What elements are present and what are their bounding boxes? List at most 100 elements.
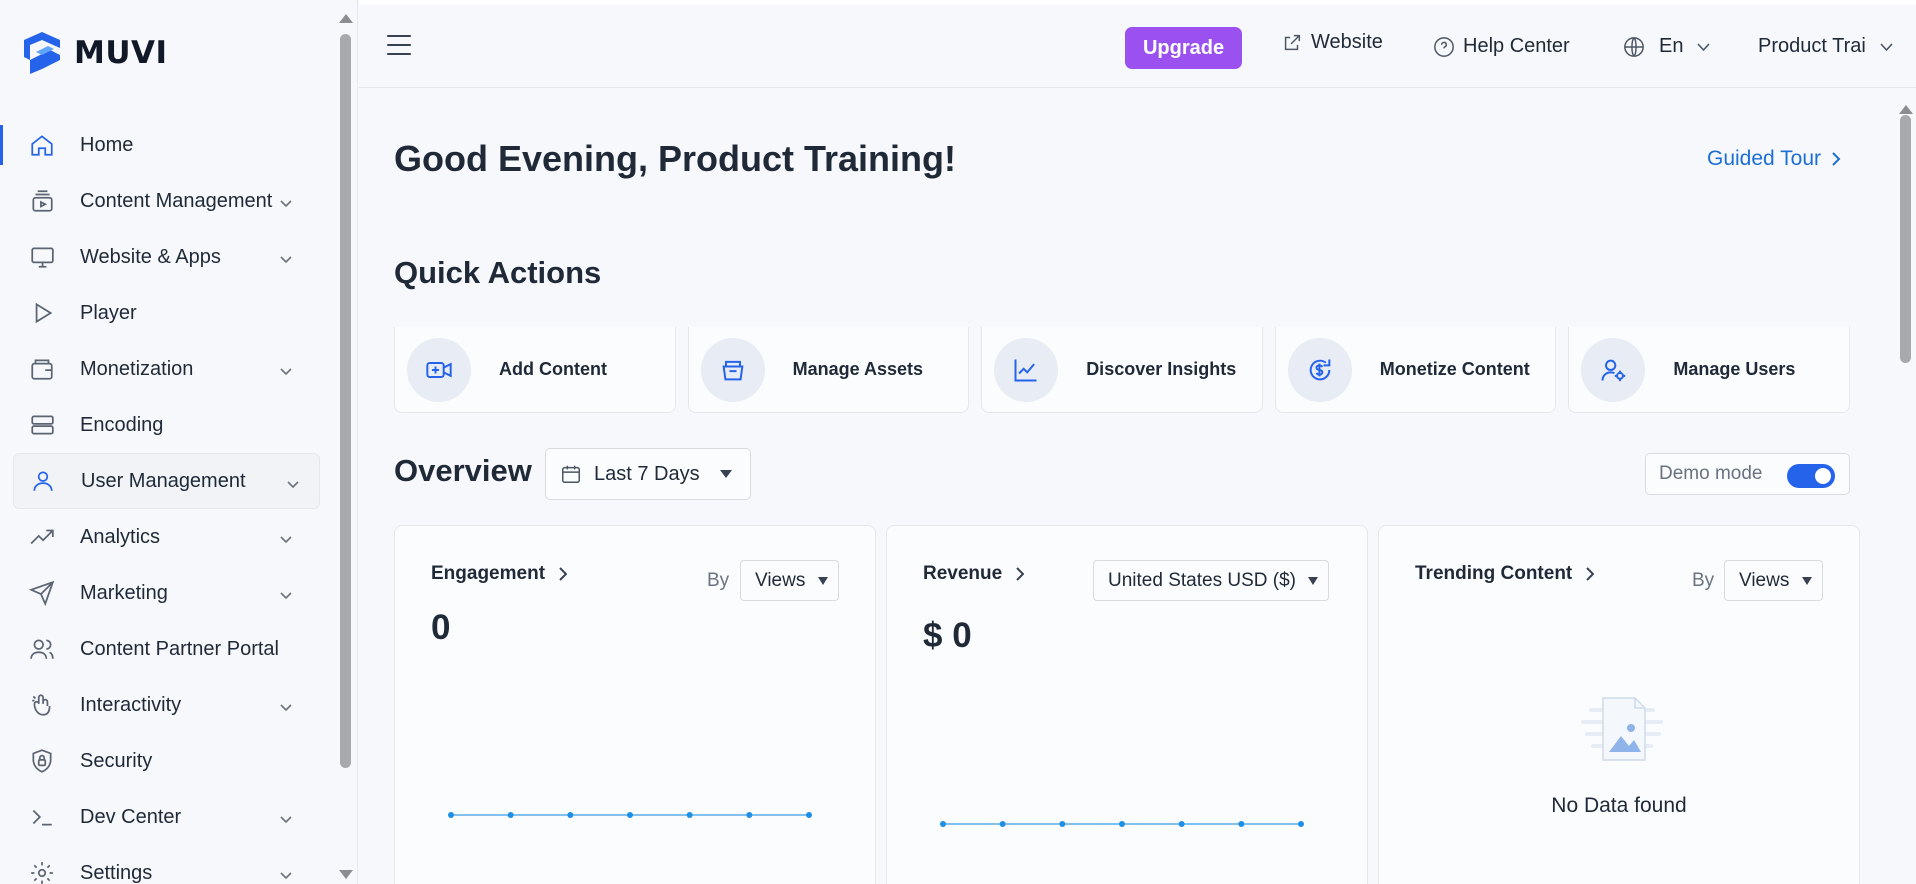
data-point[interactable] xyxy=(806,812,812,818)
sidebar-item-label: Marketing xyxy=(80,581,168,604)
page-title: Good Evening, Product Training! xyxy=(394,138,957,179)
data-point[interactable] xyxy=(567,812,574,818)
data-point[interactable] xyxy=(1238,821,1245,827)
sidebar-item-label: Settings xyxy=(80,861,153,884)
chart-trend-icon xyxy=(994,337,1059,402)
sidebar-item-content-partner-portal[interactable]: Content Partner Portal xyxy=(0,621,330,677)
globe-icon xyxy=(1624,36,1644,57)
sidebar-item-interactivity[interactable]: Interactivity xyxy=(0,677,330,733)
sidebar-item-label: Security xyxy=(80,749,153,772)
quick-action-label: Monetize Content xyxy=(1379,359,1530,379)
quick-action-add-content[interactable]: Add Content xyxy=(394,327,676,413)
account-name: Product Trai xyxy=(1758,35,1866,57)
overview-title: Overview xyxy=(394,453,532,488)
trending-metric-value: Views xyxy=(1739,569,1790,591)
quick-actions-row: Add Content Manage Assets Discover Insight… xyxy=(394,327,1850,413)
hamburger-menu-icon[interactable] xyxy=(387,35,411,55)
sidebar-item-player[interactable]: Player xyxy=(0,285,330,341)
quick-action-manage-assets[interactable]: Manage Assets xyxy=(687,327,970,413)
scrollbar-thumb[interactable] xyxy=(340,34,351,768)
quick-action-monetize-content[interactable]: Monetize Content xyxy=(1274,327,1557,413)
data-point[interactable] xyxy=(1059,821,1066,827)
calendar-icon xyxy=(562,465,580,483)
assets-icon xyxy=(700,337,765,402)
quick-action-discover-insights[interactable]: Discover Insights xyxy=(981,327,1263,413)
server-icon xyxy=(28,411,56,439)
data-point[interactable] xyxy=(627,812,633,818)
revenue-title-link[interactable]: Revenue xyxy=(923,563,1025,585)
engagement-title-link[interactable]: Engagement xyxy=(431,563,568,585)
date-range-select[interactable]: Last 7 Days xyxy=(545,448,751,500)
data-point[interactable] xyxy=(940,821,946,827)
sidebar-item-label: Interactivity xyxy=(80,693,182,716)
sidebar-item-security[interactable]: Security xyxy=(0,733,330,789)
trend-icon xyxy=(28,523,56,551)
sidebar: MUVI Home Content Management Website & App… xyxy=(0,0,358,884)
help-center-link[interactable]: Help Center xyxy=(1433,35,1570,58)
website-label: Website xyxy=(1311,31,1383,53)
quick-action-manage-users[interactable]: Manage Users xyxy=(1568,327,1850,413)
data-point[interactable] xyxy=(686,812,693,818)
sidebar-item-analytics[interactable]: Analytics xyxy=(0,509,330,565)
scroll-down-arrow[interactable] xyxy=(339,870,353,879)
upgrade-button[interactable]: Upgrade xyxy=(1125,27,1242,69)
sidebar-item-monetization[interactable]: Monetization xyxy=(0,341,330,397)
sidebar-item-dev-center[interactable]: Dev Center xyxy=(0,789,330,845)
trending-title-link[interactable]: Trending Content xyxy=(1415,563,1595,585)
sidebar-item-settings[interactable]: Settings xyxy=(0,845,330,884)
sidebar-item-marketing[interactable]: Marketing xyxy=(0,565,330,621)
user-icon xyxy=(29,467,57,495)
sidebar-item-website-apps[interactable]: Website & Apps xyxy=(0,229,330,285)
muvi-logo-icon xyxy=(24,32,60,74)
engagement-metric-select[interactable]: Views xyxy=(740,560,839,601)
chevron-down-icon xyxy=(287,476,299,489)
sidebar-item-content-management[interactable]: Content Management xyxy=(0,173,330,229)
sidebar-item-label: Analytics xyxy=(80,525,161,548)
currency-select[interactable]: United States USD ($) xyxy=(1093,560,1329,601)
video-add-icon xyxy=(407,337,471,402)
dashboard-main: Good Evening, Product Training! Guided T… xyxy=(359,89,1899,884)
scrollbar-thumb[interactable] xyxy=(1900,115,1911,363)
quick-action-label: Manage Users xyxy=(1673,359,1796,379)
data-point[interactable] xyxy=(448,812,454,818)
revenue-title: Revenue xyxy=(923,563,1003,584)
data-point[interactable] xyxy=(507,812,514,818)
scroll-up-arrow[interactable] xyxy=(1899,105,1913,114)
chevron-right-icon xyxy=(1832,152,1841,166)
no-data-image-icon xyxy=(1581,697,1663,761)
chevron-down-icon xyxy=(280,867,292,880)
sidebar-item-label: Encoding xyxy=(80,413,164,436)
sidebar-item-user-management[interactable]: User Management xyxy=(13,453,320,509)
chevron-down-icon xyxy=(280,363,292,376)
engagement-title: Engagement xyxy=(431,563,546,584)
data-point[interactable] xyxy=(746,812,753,818)
scroll-up-arrow[interactable] xyxy=(339,14,353,23)
home-icon xyxy=(28,131,56,159)
trending-metric-select[interactable]: Views xyxy=(1724,560,1823,601)
data-point[interactable] xyxy=(1178,821,1185,827)
sidebar-item-encoding[interactable]: Encoding xyxy=(0,397,330,453)
gear-icon xyxy=(28,859,56,884)
touch-icon xyxy=(28,691,56,719)
language-selector[interactable]: En xyxy=(1623,35,1711,58)
data-point[interactable] xyxy=(1119,821,1125,827)
content-stack-icon xyxy=(28,187,56,215)
by-label: By xyxy=(707,570,730,591)
chevron-down-icon xyxy=(280,251,292,264)
demo-mode-toggle[interactable] xyxy=(1787,464,1835,488)
data-point[interactable] xyxy=(1298,821,1304,827)
sidebar-scrollbar[interactable] xyxy=(338,10,354,884)
guided-tour-link[interactable]: Guided Tour xyxy=(1707,147,1841,171)
terminal-icon xyxy=(28,803,56,831)
sidebar-item-label: Monetization xyxy=(80,357,194,380)
sidebar-item-home[interactable]: Home xyxy=(0,117,330,173)
muvi-logo[interactable]: MUVI xyxy=(20,30,168,76)
account-menu[interactable]: Product Trai xyxy=(1758,35,1893,58)
data-point[interactable] xyxy=(999,821,1006,827)
main-scrollbar[interactable] xyxy=(1898,101,1914,884)
language-label: En xyxy=(1659,35,1684,57)
help-center-label: Help Center xyxy=(1463,35,1570,57)
website-link[interactable]: Website xyxy=(1281,31,1383,54)
sidebar-item-label: Dev Center xyxy=(80,805,182,828)
caret-down-icon xyxy=(818,577,828,585)
